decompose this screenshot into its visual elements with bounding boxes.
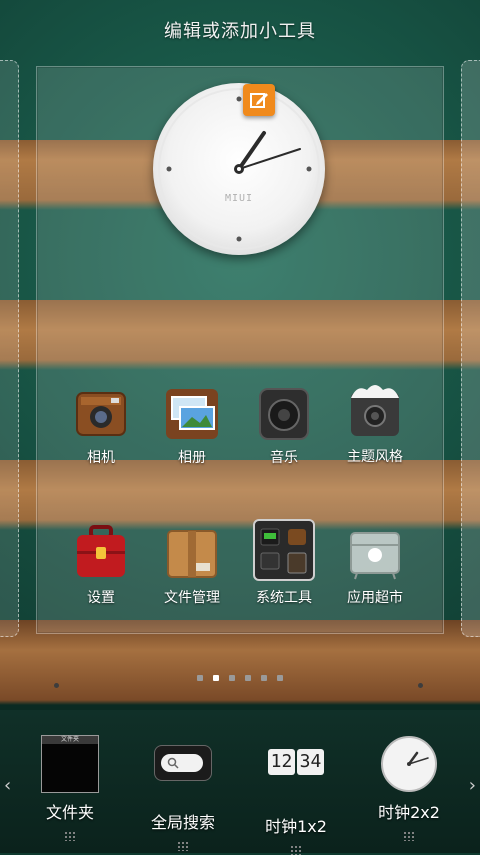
widget-label: 全局搜索 [150,813,215,832]
gallery-icon [164,385,220,441]
page-title: 编辑或添加小工具 [164,21,316,42]
shelf-pin [54,683,59,688]
app-settings[interactable]: 设置 [53,525,149,607]
widget-folder[interactable]: 文件夹 文件夹 [15,735,125,841]
page-dot[interactable] [245,675,251,681]
page-dot[interactable] [197,675,203,681]
app-label: 主题风格 [347,449,403,465]
page-title-bar: 编辑或添加小工具 [0,0,480,60]
page-dot[interactable] [277,675,283,681]
edit-widget-button[interactable] [243,84,275,116]
drag-handle-icon[interactable] [64,831,76,841]
drag-handle-icon[interactable] [403,831,415,841]
analog-clock-icon [354,735,464,793]
music-speaker-icon [256,385,312,441]
prev-screen-preview[interactable] [0,60,19,637]
theme-icon [347,378,403,440]
app-file-manager[interactable]: 文件管理 [144,525,240,607]
app-label: 系统工具 [256,590,312,606]
camera-icon [73,385,129,441]
app-music[interactable]: 音乐 [236,385,332,467]
page-dot-active[interactable] [213,675,219,681]
clock-brand-label: MIUI [224,193,254,204]
page-indicator [197,675,283,681]
settings-toolbox-icon [73,525,129,581]
app-gallery[interactable]: 相册 [144,385,240,467]
folder-preview-title: 文件夹 [42,736,98,744]
page-dot[interactable] [261,675,267,681]
widget-global-search[interactable]: 全局搜索 [128,735,238,851]
page-dot[interactable] [229,675,235,681]
digital-clock-icon: 12 34 [241,749,351,807]
analog-clock-face: MIUI [153,83,325,255]
clock-minutes: 34 [297,749,324,775]
app-theme[interactable]: 主题风格 [327,378,423,466]
clock-hours: 12 [268,749,295,775]
app-label: 音乐 [270,450,298,466]
search-widget-icon [128,745,238,803]
search-icon [167,757,179,769]
system-tools-folder-icon [253,519,315,581]
app-store-icon [347,525,403,581]
shelf-pin [418,683,423,688]
tray-prev-arrow[interactable]: ‹ [4,775,11,796]
widget-clock-2x2[interactable]: 时钟2x2 [354,735,464,841]
app-label: 相册 [178,450,206,466]
app-label: 应用超市 [347,590,403,606]
widget-label: 文件夹 [45,803,94,822]
next-screen-preview[interactable] [461,60,480,637]
clock-widget[interactable]: MIUI [153,83,325,255]
widget-label: 时钟2x2 [378,803,440,822]
app-store[interactable]: 应用超市 [327,525,423,607]
clock-hands-icon [158,88,320,250]
tray-next-arrow[interactable]: › [469,775,476,796]
file-box-icon [164,525,220,581]
drag-handle-icon[interactable] [290,845,302,855]
app-camera[interactable]: 相机 [53,385,149,467]
widget-label: 时钟1x2 [265,817,327,836]
app-label: 文件管理 [164,590,220,606]
widget-clock-1x2[interactable]: 12 34 时钟1x2 [241,735,351,855]
app-label: 设置 [87,590,115,606]
app-label: 相机 [87,450,115,466]
edit-icon [250,93,268,108]
app-system-tools[interactable]: 系统工具 [236,519,332,607]
folder-widget-icon: 文件夹 [15,735,125,793]
drag-handle-icon[interactable] [177,841,189,851]
